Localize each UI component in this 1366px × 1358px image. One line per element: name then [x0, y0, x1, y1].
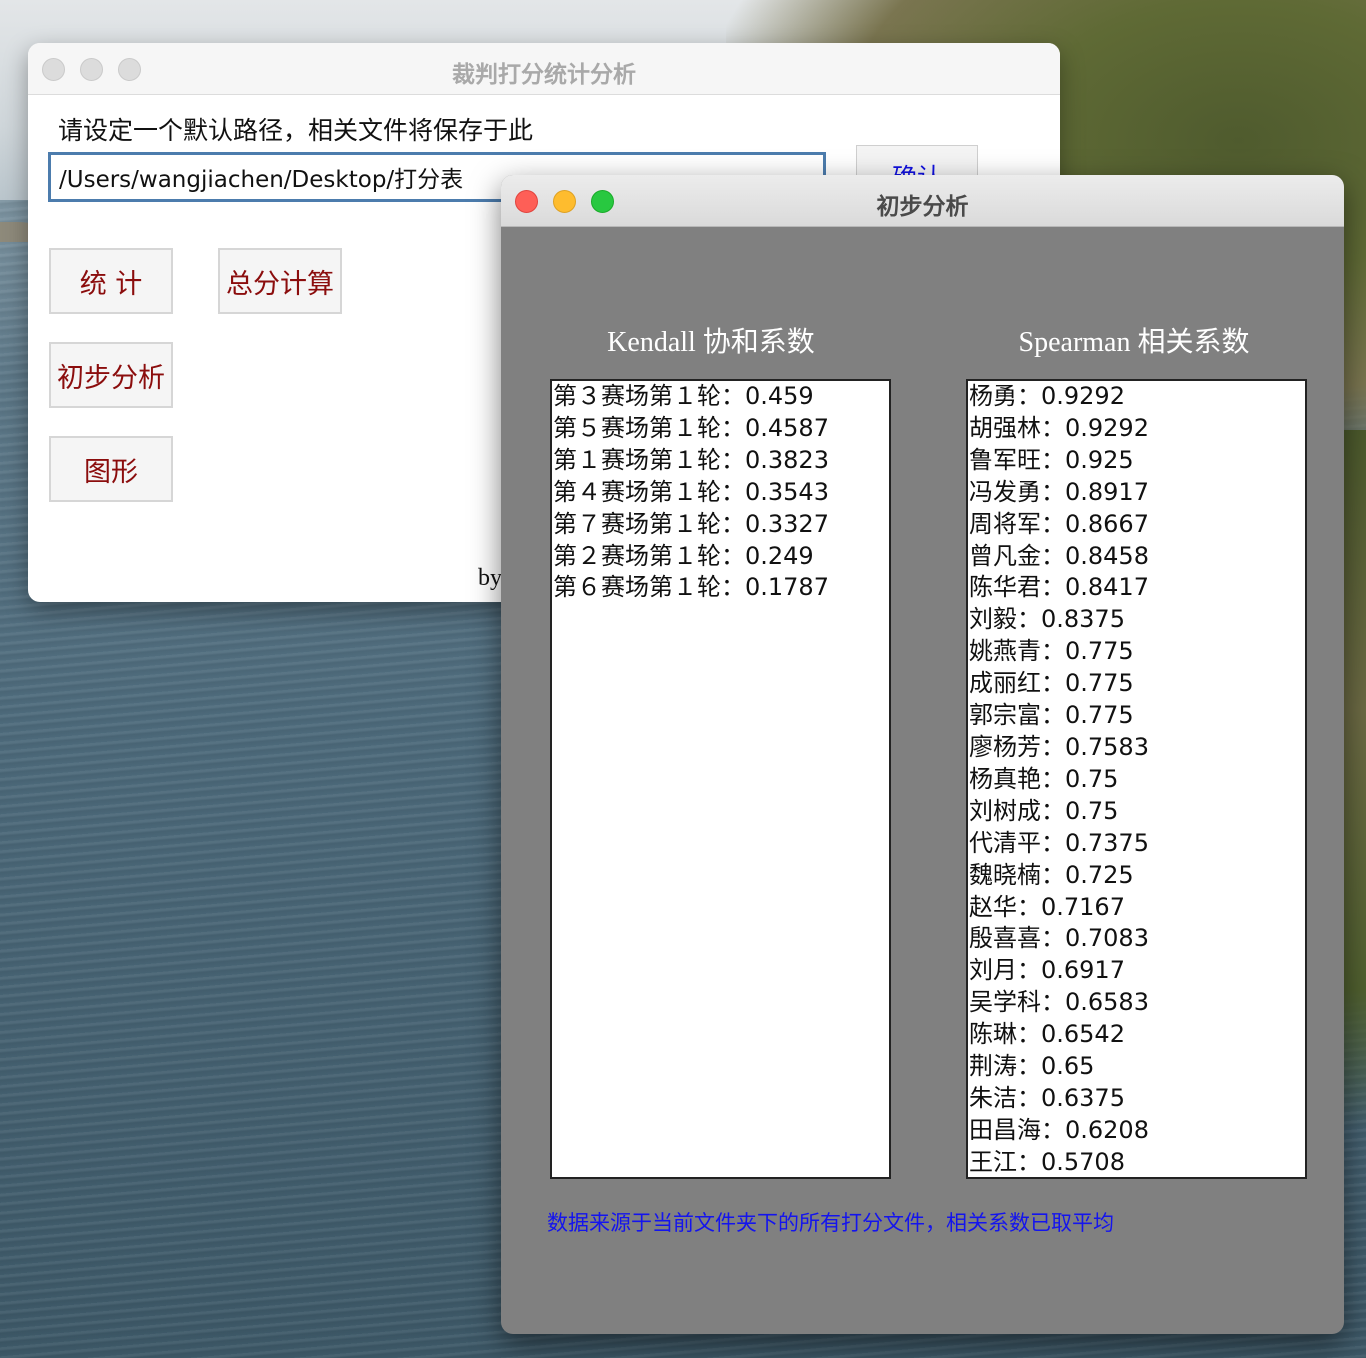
kendall-header: Kendall 协和系数: [607, 327, 815, 358]
list-item[interactable]: 刘毅：0.8375: [968, 604, 1305, 636]
list-item[interactable]: 赵华：0.7167: [968, 892, 1305, 924]
list-item[interactable]: 杨真艳：0.75: [968, 764, 1305, 796]
window-title: 裁判打分统计分析: [452, 62, 636, 88]
list-item[interactable]: 曾凡金：0.8458: [968, 541, 1305, 573]
path-label: 请设定一个默认路径，相关文件将保存于此: [58, 116, 534, 145]
list-item[interactable]: 周将军：0.8667: [968, 509, 1305, 541]
author-credit: by: [478, 565, 502, 591]
list-item[interactable]: 第６赛场第１轮：0.1787: [552, 572, 889, 604]
list-item[interactable]: 姚燕青：0.775: [968, 636, 1305, 668]
spearman-header: Spearman 相关系数: [1018, 327, 1250, 358]
total-score-button[interactable]: 总分计算: [218, 248, 342, 314]
list-item[interactable]: 陈琳：0.6542: [968, 1019, 1305, 1051]
spearman-listbox[interactable]: 杨勇：0.9292 胡强林：0.9292 鲁军旺：0.925 冯发勇：0.891…: [966, 379, 1307, 1179]
main-window-titlebar[interactable]: 裁判打分统计分析: [28, 43, 1060, 95]
list-item[interactable]: 第３赛场第１轮：0.459: [552, 381, 889, 413]
data-source-note: 数据来源于当前文件夹下的所有打分文件，相关系数已取平均: [547, 1211, 1114, 1235]
list-item[interactable]: 代清平：0.7375: [968, 828, 1305, 860]
preliminary-analysis-button[interactable]: 初步分析: [49, 342, 173, 408]
list-item[interactable]: 第２赛场第１轮：0.249: [552, 541, 889, 573]
list-item[interactable]: 廖杨芳：0.7583: [968, 732, 1305, 764]
list-item[interactable]: 第５赛场第１轮：0.4587: [552, 413, 889, 445]
window-title: 初步分析: [876, 194, 969, 220]
graph-button[interactable]: 图形: [49, 436, 173, 502]
kendall-listbox[interactable]: 第３赛场第１轮：0.459 第５赛场第１轮：0.4587 第１赛场第１轮：0.3…: [550, 379, 891, 1179]
list-item[interactable]: 王江：0.5708: [968, 1147, 1305, 1177]
list-item[interactable]: 吴学科：0.6583: [968, 987, 1305, 1019]
list-item[interactable]: 第４赛场第１轮：0.3543: [552, 477, 889, 509]
list-item[interactable]: 杨勇：0.9292: [968, 381, 1305, 413]
list-item[interactable]: 刘树成：0.75: [968, 796, 1305, 828]
list-item[interactable]: 陈华君：0.8417: [968, 572, 1305, 604]
list-item[interactable]: 朱洁：0.6375: [968, 1083, 1305, 1115]
list-item[interactable]: 第１赛场第１轮：0.3823: [552, 445, 889, 477]
list-item[interactable]: 魏晓楠：0.725: [968, 860, 1305, 892]
list-item[interactable]: 殷喜喜：0.7083: [968, 923, 1305, 955]
list-item[interactable]: 冯发勇：0.8917: [968, 477, 1305, 509]
list-item[interactable]: 第７赛场第１轮：0.3327: [552, 509, 889, 541]
list-item[interactable]: 郭宗富：0.775: [968, 700, 1305, 732]
list-item[interactable]: 胡强林：0.9292: [968, 413, 1305, 445]
list-item[interactable]: 荆涛：0.65: [968, 1051, 1305, 1083]
list-item[interactable]: 鲁军旺：0.925: [968, 445, 1305, 477]
list-item[interactable]: 成丽红：0.775: [968, 668, 1305, 700]
analysis-window-titlebar[interactable]: 初步分析: [501, 175, 1344, 227]
analysis-window: 初步分析 Kendall 协和系数 Spearman 相关系数 第３赛场第１轮：…: [501, 175, 1344, 1334]
list-item[interactable]: 刘月：0.6917: [968, 955, 1305, 987]
list-item[interactable]: 田昌海：0.6208: [968, 1115, 1305, 1147]
stats-button[interactable]: 统 计: [49, 248, 173, 314]
